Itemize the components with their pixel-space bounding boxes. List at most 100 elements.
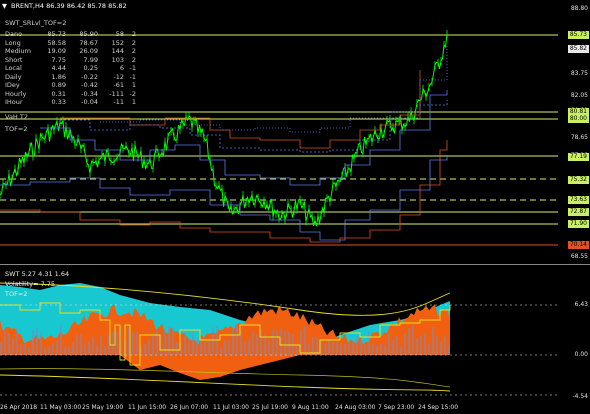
histogram-bar [56, 340, 58, 355]
histogram-bar [40, 332, 42, 355]
lower-support-line [0, 155, 448, 241]
time-axis-label: 9 Aug 11:00 [292, 404, 329, 411]
strength-table-row: IDey 0.89 -0.42 -61 1 [5, 81, 136, 90]
histogram-bar [20, 344, 22, 355]
histogram-bar [200, 338, 202, 355]
time-axis-label: 26 Jun 07:00 [170, 404, 209, 411]
strength-table-cell: 0.25 [83, 64, 98, 72]
lower-band-line [0, 374, 451, 392]
strength-table-cell: IDey [5, 81, 20, 89]
tof-label: TOF=2 [5, 125, 28, 133]
histogram-bar [372, 343, 374, 355]
histogram-bar [408, 328, 410, 355]
strength-table-row: Long 58.58 78.67 152 2 [5, 39, 136, 48]
histogram-bar [332, 341, 334, 355]
indicator-label: SWT_SRLvl_TOF=2 [5, 19, 67, 27]
volatility-label: Volatility= 7.75 [5, 280, 56, 288]
strength-table-cell: -0.04 [81, 98, 98, 106]
histogram-bar [188, 340, 190, 355]
histogram-bar [12, 338, 14, 355]
histogram-bar [428, 343, 430, 355]
price-axis-label: 78.65 [570, 134, 588, 141]
strength-table-cell: Long [5, 38, 21, 47]
strength-table-cell: 1.86 [51, 72, 66, 81]
chart-title-arrow-icon: ▼ [2, 2, 7, 10]
strength-table-cell: 103 [111, 55, 124, 64]
histogram-bar [144, 344, 146, 355]
price-chart-panel[interactable]: ▼ BRENT,H4 86.39 86.42 85.78 85.82 SWT_S… [0, 0, 590, 262]
strength-table-row: Hourly 0.31 -0.34 -111 -2 [5, 90, 136, 99]
histogram-bar [388, 334, 390, 355]
indicator-canvas[interactable] [0, 265, 590, 402]
histogram-bar [24, 344, 26, 355]
histogram-bar [152, 335, 154, 355]
histogram-bar [364, 344, 366, 355]
strength-table-cell: 0.33 [51, 98, 66, 106]
price-axis-label: 82.05 [570, 92, 588, 99]
histogram-bar [136, 331, 138, 355]
histogram-bar [148, 339, 150, 355]
histogram-bar [444, 336, 446, 355]
histogram-bar [132, 332, 134, 355]
histogram-bar [336, 341, 338, 355]
strength-table-cell: 58.58 [47, 38, 66, 47]
histogram-bar [292, 333, 294, 355]
indicator-panel[interactable]: SWT 5.27 4.31 1.64 Volatility= 7.75 TOF=… [0, 264, 590, 402]
strength-table-cell: -11 [113, 98, 124, 106]
histogram-bar [248, 339, 250, 355]
price-level-box: 72.87 [567, 208, 589, 216]
indicator-axis-bottom: -4.54 [572, 393, 588, 400]
histogram-bar [8, 333, 10, 355]
vah-label: VaH T2 [5, 113, 28, 121]
time-axis-label: 11 Jun 15:00 [128, 404, 167, 411]
strength-table-row: Daily 1.86 -0.22 -12 -1 [5, 73, 136, 82]
lower-resistance-line [0, 140, 448, 243]
strength-table-row: Dano 85.73 85.90 58 2 [5, 30, 136, 39]
histogram-bar [236, 325, 238, 355]
indicator-axis-zero: 0.00 [574, 351, 588, 358]
histogram-bar [304, 325, 306, 355]
histogram-bar [176, 341, 178, 355]
strength-table-cell: 58 [115, 30, 124, 38]
strength-table-cell: -0.22 [81, 72, 98, 81]
strength-table-cell: 26.09 [79, 47, 98, 55]
time-axis-label: 11 May 03:00 [40, 404, 82, 411]
histogram-bar [412, 326, 414, 355]
histogram-bar [272, 329, 274, 355]
strength-table-cell: 152 [111, 38, 124, 47]
histogram-bar [440, 341, 442, 355]
time-axis-label: 26 Apr 2018 [0, 404, 38, 411]
symbol-header: BRENT,H4 86.39 86.42 85.78 85.82 [11, 2, 127, 10]
histogram-bar [424, 333, 426, 355]
histogram-bar [0, 341, 2, 355]
histogram-bar [348, 343, 350, 355]
strength-table-cell: 19.09 [47, 47, 66, 55]
histogram-bar [224, 340, 226, 355]
histogram-bar [416, 338, 418, 355]
strength-table: Dano 85.73 85.90 58 2 Long 58.58 78.67 152 2 Mediu… [5, 30, 136, 107]
time-axis-label: 25 Jul 19:00 [252, 404, 288, 411]
strength-table-cell: Hourly [5, 89, 27, 98]
histogram-bar [156, 330, 158, 355]
strength-table-cell: -111 [109, 89, 124, 98]
strength-table-cell: 7.75 [51, 55, 66, 64]
strength-table-cell: -2 [129, 89, 136, 98]
strength-table-row: Local 4.44 0.25 6 -1 [5, 64, 136, 73]
strength-table-cell: 6 [119, 64, 124, 72]
histogram-bar [164, 330, 166, 355]
strength-table-cell: 7.99 [83, 55, 98, 64]
time-axis-label: 11 Jul 03:00 [213, 404, 249, 411]
strength-table-cell: 1 [131, 81, 136, 89]
histogram-bar [432, 326, 434, 355]
price-level-box: 85.82 [567, 45, 589, 53]
time-axis-label: 7 Sep 23:00 [378, 404, 415, 411]
time-axis-label: 25 May 19:00 [82, 404, 124, 411]
strength-table-cell: Local [5, 64, 22, 72]
price-axis-label: 83.75 [570, 70, 588, 77]
histogram-bar [116, 331, 118, 355]
histogram-bar [112, 331, 114, 355]
histogram-bar [64, 346, 66, 355]
histogram-bar [36, 327, 38, 355]
strength-table-cell: 0.31 [51, 89, 66, 98]
strength-table-row: Medium 19.09 26.09 144 2 [5, 47, 136, 56]
